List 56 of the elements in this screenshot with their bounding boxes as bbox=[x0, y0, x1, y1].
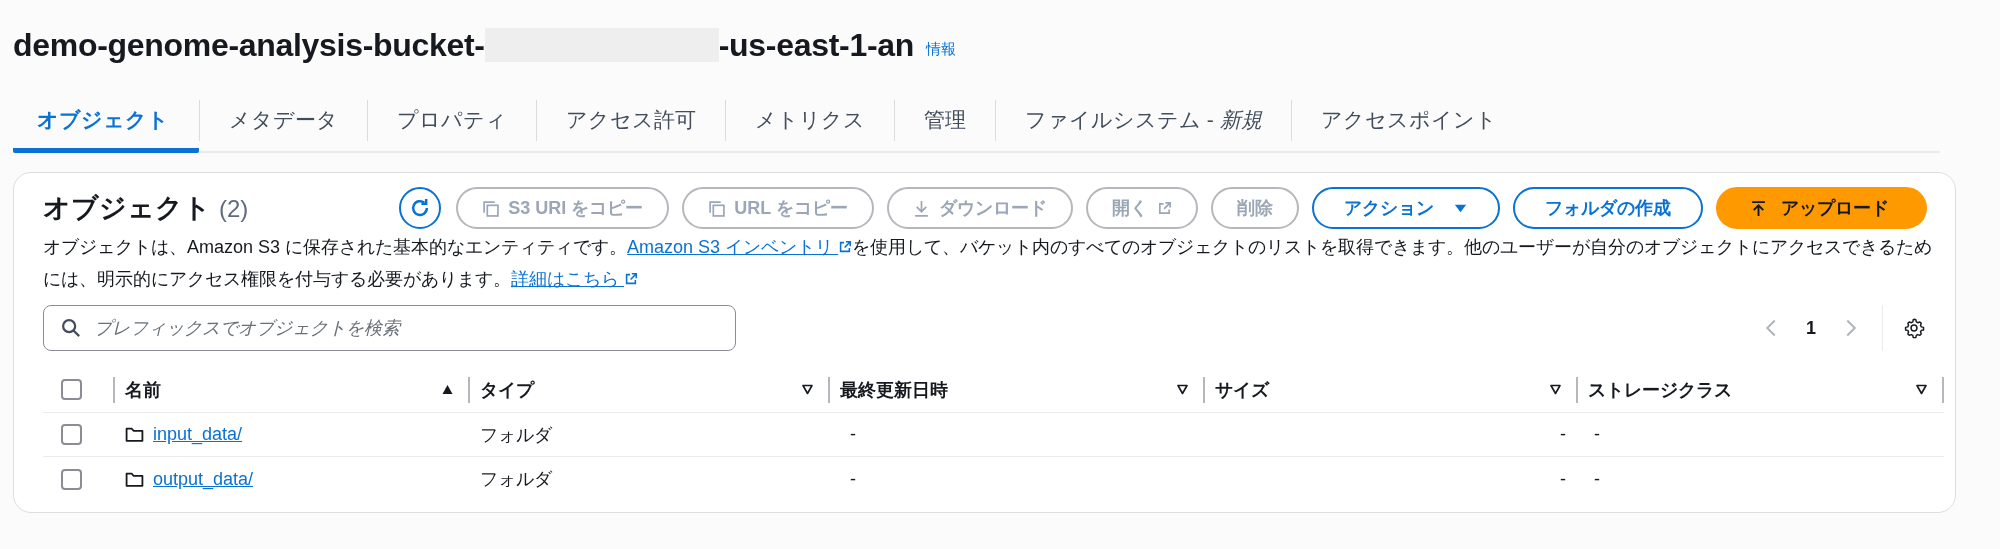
sort-ascending-icon[interactable] bbox=[441, 383, 454, 396]
tab[interactable]: ファイルシステム - 新規 bbox=[996, 86, 1291, 153]
external-link-icon bbox=[1157, 200, 1172, 216]
table-cell: - bbox=[1594, 468, 1600, 490]
table-cell-text: フォルダ bbox=[480, 423, 552, 447]
copy-icon bbox=[708, 199, 726, 217]
download-icon bbox=[913, 199, 930, 217]
table-cell: - bbox=[1560, 424, 1566, 445]
tab[interactable]: メタデータ bbox=[200, 86, 367, 153]
row-checkbox[interactable] bbox=[61, 424, 82, 445]
dropdown-button[interactable]: アクション bbox=[1312, 187, 1500, 229]
tab[interactable]: アクセスポイント bbox=[1291, 86, 1526, 153]
refresh-button[interactable] bbox=[399, 187, 442, 229]
tab[interactable]: プロパティ bbox=[368, 86, 536, 153]
external-link-icon bbox=[624, 272, 638, 286]
tab[interactable]: 管理 bbox=[895, 86, 995, 153]
settings-icon[interactable] bbox=[1903, 317, 1925, 339]
column-header[interactable]: ストレージクラス bbox=[1588, 377, 1915, 402]
upload-icon bbox=[1750, 199, 1767, 217]
row-checkbox[interactable] bbox=[61, 468, 82, 490]
sort-icon[interactable] bbox=[1915, 383, 1928, 396]
column-header[interactable]: タイプ bbox=[480, 377, 801, 402]
folder-icon bbox=[125, 470, 144, 488]
search-field[interactable]: プレフィックスでオブジェクトを検索 bbox=[43, 305, 736, 351]
copy-icon bbox=[482, 199, 500, 217]
column-header[interactable]: 名前 bbox=[125, 377, 441, 402]
help-link[interactable]: Amazon S3 インベントリ bbox=[627, 237, 853, 257]
panel-title: オブジェクト bbox=[43, 192, 211, 225]
button[interactable]: アップロード bbox=[1716, 187, 1927, 229]
object-link[interactable]: output_data/ bbox=[153, 468, 254, 490]
sort-icon[interactable] bbox=[801, 383, 814, 396]
table-cell: - bbox=[850, 424, 856, 445]
help-link[interactable]: 詳細はこちら bbox=[511, 269, 638, 289]
bucket-title: demo-genome-analysis-bucket- bbox=[13, 26, 485, 64]
sort-icon[interactable] bbox=[1176, 383, 1189, 396]
folder-icon bbox=[125, 426, 144, 443]
description-text: オブジェクトは、Amazon S3 に保存された基本的なエンティティです。Amazon S3 インベントリ を使用して、バケット内のすべてのオブジェクトのリストを取得できます。他のユーザーが自分のオブジェクトにアクセスできるためには、明示的にアクセス権限を付与する必要があります。詳細はこちら bbox=[43, 236, 1934, 291]
object-count: (2) bbox=[219, 195, 249, 223]
table-cell-text: フォルダ bbox=[480, 468, 552, 491]
search-icon bbox=[61, 318, 81, 338]
select-all-checkbox[interactable] bbox=[61, 379, 82, 400]
external-link-icon bbox=[838, 240, 853, 254]
page-number[interactable]: 1 bbox=[1806, 317, 1816, 339]
table-cell: - bbox=[1594, 424, 1600, 445]
sort-icon[interactable] bbox=[1549, 383, 1562, 396]
column-header[interactable]: 最終更新日時 bbox=[840, 377, 1176, 402]
tab[interactable]: メトリクス bbox=[726, 86, 894, 153]
table-cell: - bbox=[1560, 468, 1566, 490]
object-link[interactable]: input_data/ bbox=[153, 424, 243, 445]
tab[interactable]: オブジェクト bbox=[13, 86, 199, 153]
tab[interactable]: アクセス許可 bbox=[537, 86, 725, 153]
bucket-title: -us-east-1-an bbox=[718, 26, 914, 64]
button[interactable]: フォルダの作成 bbox=[1513, 187, 1703, 229]
column-header[interactable]: サイズ bbox=[1215, 377, 1549, 402]
info-link[interactable]: 情報 bbox=[926, 39, 956, 59]
table-cell: - bbox=[850, 468, 856, 490]
